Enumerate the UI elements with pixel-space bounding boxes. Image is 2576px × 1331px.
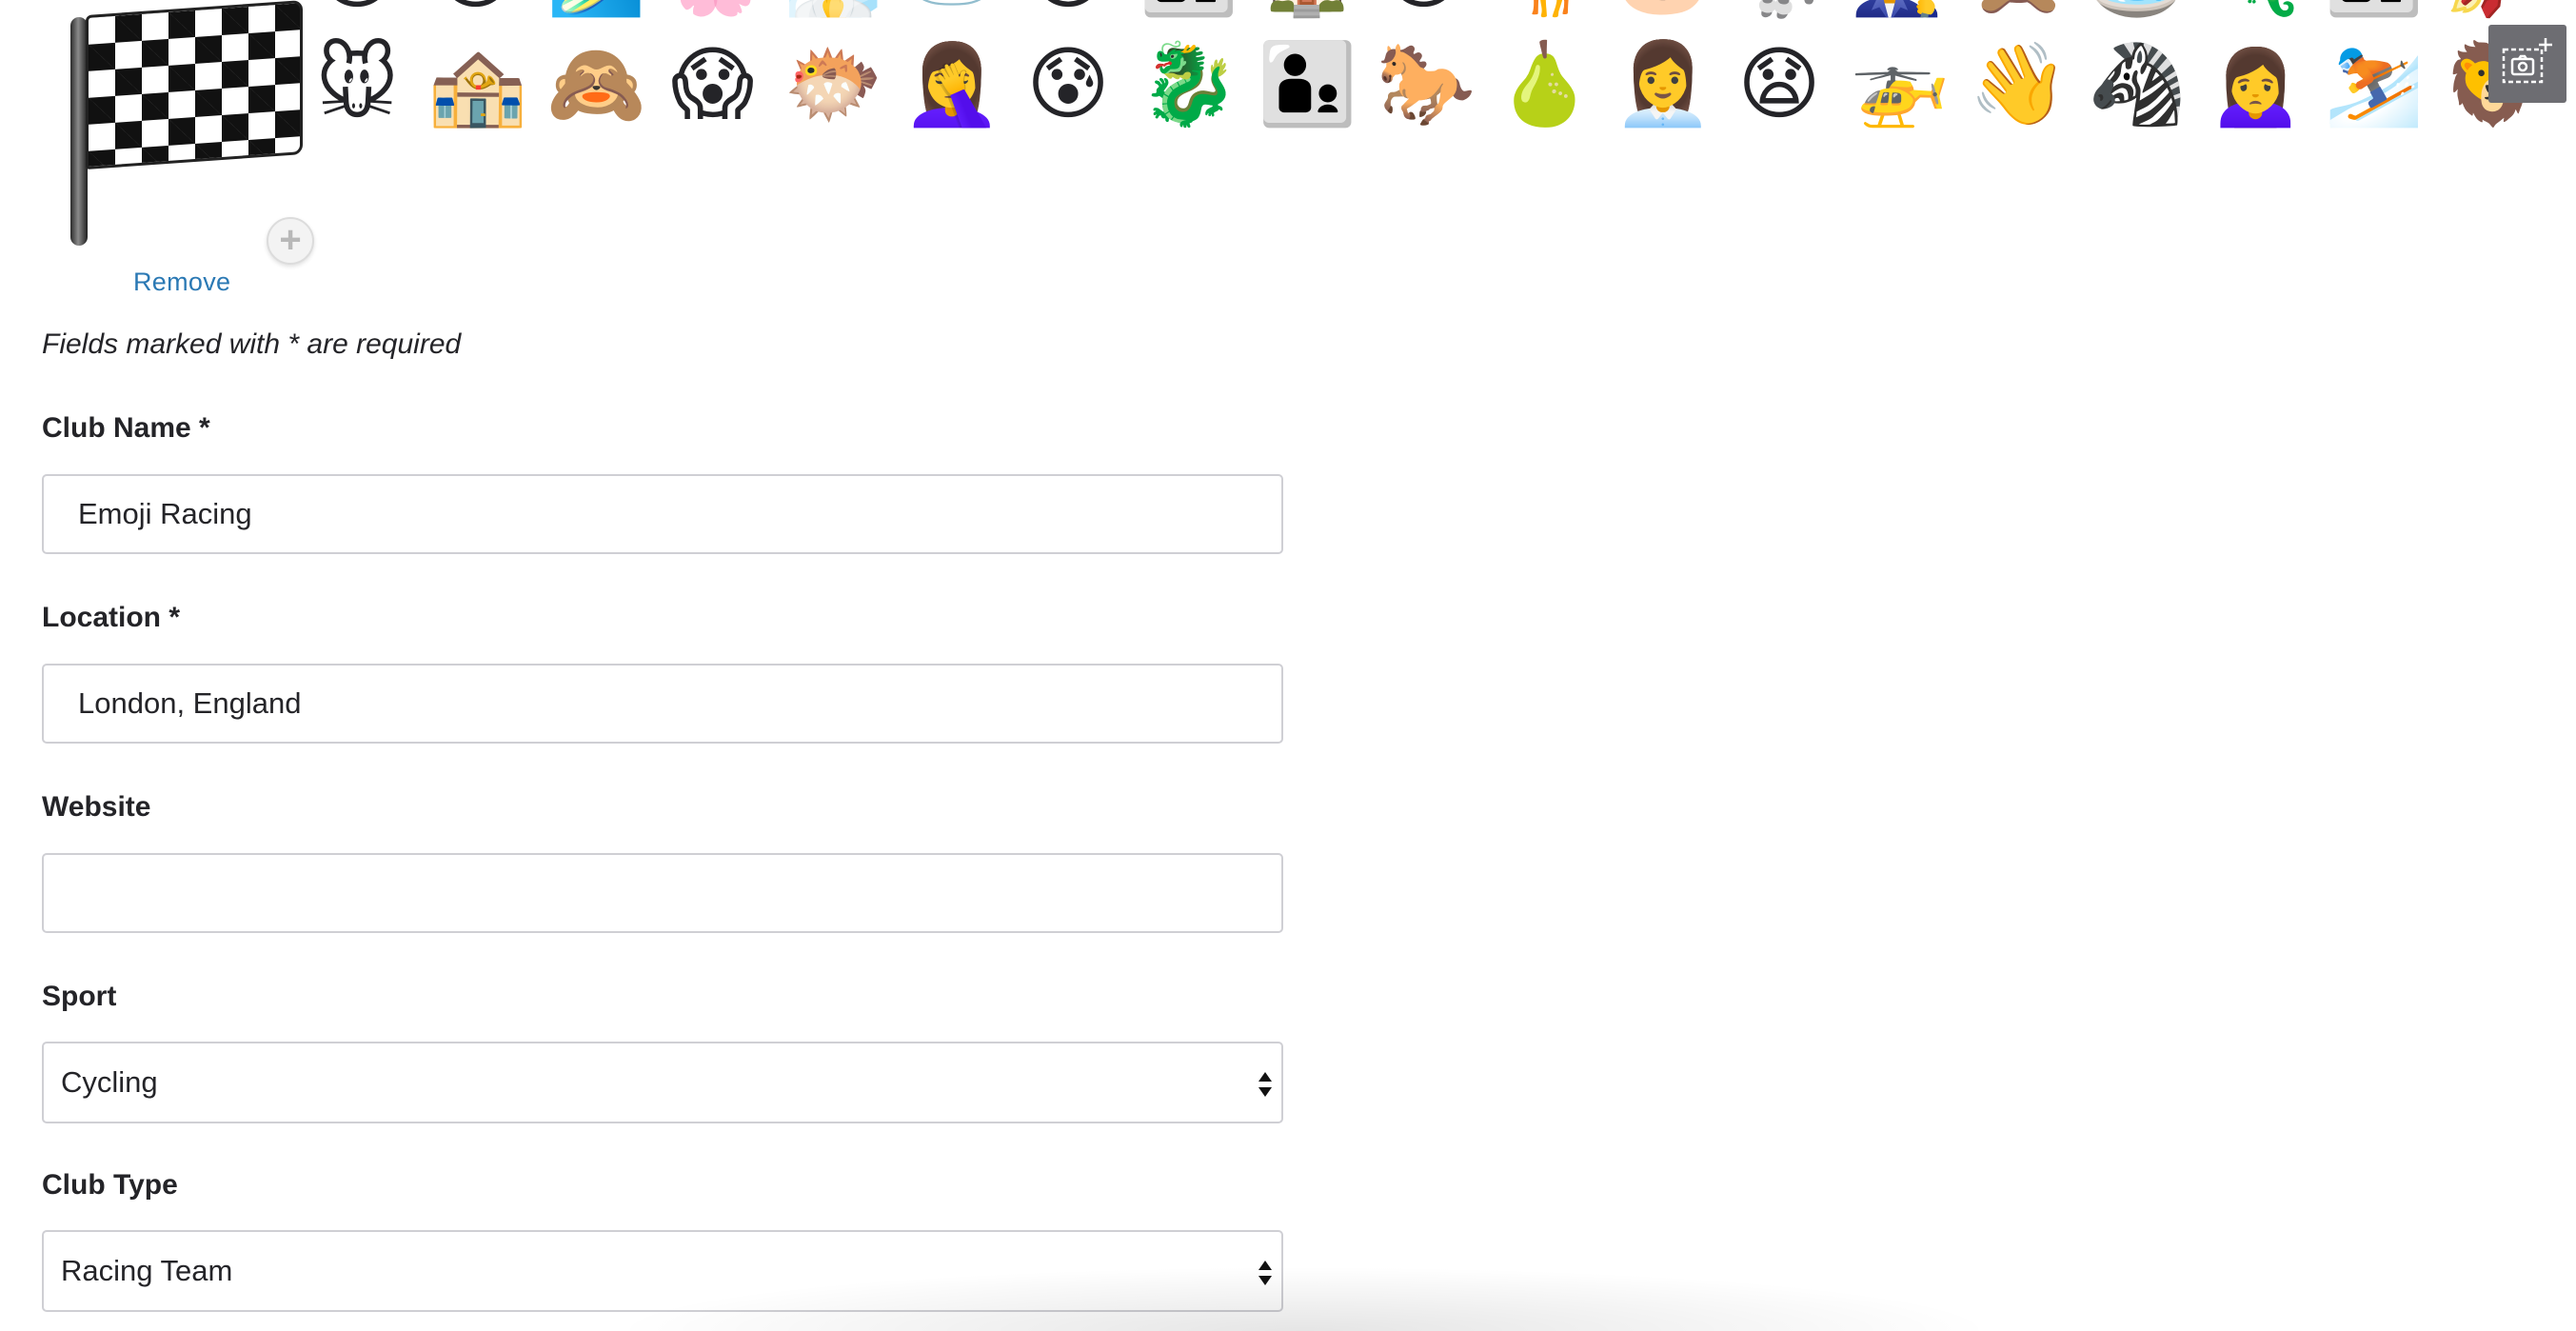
sport-select[interactable]: Cycling — [42, 1042, 1283, 1123]
cover-emoji: 👩‍👧 — [1139, 0, 1239, 21]
cover-emoji: 😮 — [309, 0, 405, 21]
cover-emoji: 🧖 — [783, 0, 883, 21]
cover-emoji: 🙍‍♀️ — [2206, 37, 2306, 130]
cover-emoji: 👋 — [1969, 37, 2069, 130]
cover-emoji: ⛷️ — [2324, 37, 2425, 130]
cover-emoji: 🍐 — [1495, 37, 1595, 130]
location-label: Location * — [42, 602, 181, 633]
sport-label: Sport — [42, 981, 117, 1012]
cover-emoji: 🏤 — [427, 37, 528, 130]
cover-emoji: 🏄 — [546, 0, 646, 21]
cover-emoji: 🐭 — [315, 37, 399, 130]
cover-emoji: 🦓 — [2087, 37, 2188, 130]
cover-emoji-row-main: 🐭🏤🙈😱🐡🤦‍♀️😰🐉👨‍👦🐎🍐👩‍💼😧🚁👋🦓🙍‍♀️⛷️🦁 — [0, 36, 2576, 143]
cover-emoji: 🐻‍❄️ — [902, 0, 1002, 21]
cover-emoji: 😫 — [1377, 0, 1472, 21]
club-type-select-value: Racing Team — [61, 1254, 233, 1287]
cover-emoji: 🙈 — [546, 37, 646, 130]
website-input[interactable] — [42, 853, 1283, 933]
cover-emoji: 🐩 — [1732, 0, 1832, 21]
add-screenshot-icon — [2502, 38, 2552, 84]
location-input[interactable] — [42, 664, 1283, 744]
cover-emoji: 🚁 — [1850, 37, 1951, 130]
cover-emoji: 🙊 — [1969, 0, 2069, 21]
cover-emoji: 👩‍💼 — [1613, 37, 1714, 130]
cover-emoji: 👨‍🔧 — [1851, 0, 1951, 21]
cover-emoji-strip: 😮 😇 🏄 🌸 🧖 🐻‍❄️ 😺 👩‍👧 🏠 😫 🦒 🐷 🐩 👨‍🔧 🙊 ⛲ 🦎 👩‍👧 🚀 🐭 🏤🙈 😱 🐡🤦‍♀️ 😰 🐉… — [0, 0, 2576, 143]
club-name-label: Club Name * — [42, 412, 210, 444]
club-avatar — [61, 0, 303, 248]
sport-select-value: Cycling — [61, 1065, 158, 1099]
cover-emoji: 🏠 — [1258, 0, 1357, 21]
cover-emoji: ⛲ — [2088, 0, 2188, 21]
chequered-flag-icon — [86, 0, 303, 169]
select-arrows-icon — [1258, 1261, 1272, 1285]
cover-emoji: 🐎 — [1376, 37, 1476, 130]
remove-avatar-link[interactable]: Remove — [133, 268, 230, 297]
cover-emoji: 🐷 — [1614, 0, 1714, 21]
required-fields-note: Fields marked with * are required — [42, 328, 462, 360]
add-screenshot-button[interactable] — [2488, 25, 2566, 103]
cover-emoji: 🤦‍♀️ — [902, 37, 1002, 130]
cover-emoji: 😰 — [1026, 37, 1110, 130]
add-avatar-button[interactable]: + — [267, 217, 314, 265]
cover-emoji: 😺 — [1020, 0, 1116, 21]
club-type-label: Club Type — [42, 1169, 178, 1201]
cover-emoji-row-top: 😮 😇 🏄 🌸 🧖 🐻‍❄️ 😺 👩‍👧 🏠 😫 🦒 🐷 🐩 👨‍🔧 🙊 ⛲ 🦎 👩‍👧 🚀 — [0, 0, 2576, 40]
cover-emoji: 👩‍👧 — [2325, 0, 2425, 21]
cover-emoji: 😧 — [1737, 37, 1821, 130]
cover-emoji: 😇 — [428, 0, 524, 21]
cover-emoji: 👨‍👦 — [1258, 37, 1357, 130]
cover-emoji: 🦒 — [1495, 0, 1595, 21]
cover-emoji: 😱 — [670, 37, 755, 130]
website-label: Website — [42, 791, 151, 823]
cover-emoji: 🌸 — [665, 0, 765, 21]
club-name-input[interactable] — [42, 474, 1283, 554]
select-arrows-icon — [1258, 1072, 1272, 1097]
club-type-select[interactable]: Racing Team — [42, 1230, 1283, 1312]
plus-icon: + — [279, 219, 302, 261]
cover-emoji: 🦎 — [2206, 0, 2306, 21]
cover-emoji: 🐉 — [1139, 37, 1239, 130]
cover-emoji: 🚀 — [2443, 0, 2543, 21]
cover-emoji: 🐡 — [783, 37, 883, 130]
